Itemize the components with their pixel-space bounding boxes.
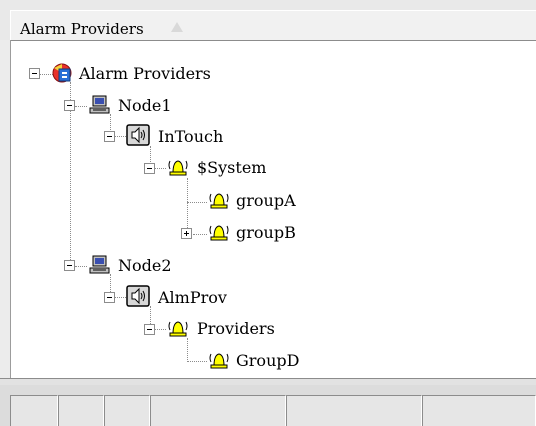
frame-left-edge [0,40,11,426]
tree-connector [187,338,188,362]
tree-item-label: Alarm Providers [79,64,211,83]
expander-collapse[interactable] [144,163,155,174]
expander-collapse[interactable] [144,324,155,335]
expander-expand[interactable] [181,228,192,239]
tree-connector [187,361,207,362]
alarm-tree-panel: Alarm Providers Alarm Providers Node1 In… [0,0,536,426]
sort-ascending-icon [171,22,183,32]
status-bar [0,385,536,426]
expander-collapse[interactable] [104,131,115,142]
tree-item-label: $System [197,158,267,177]
status-pane [58,395,104,426]
tree-connector [75,106,87,107]
tree-connector [75,266,87,267]
alarm-bell-icon [209,353,229,369]
alarm-bell-icon [168,160,188,176]
status-pane [10,395,58,426]
tree-item-label: AlmProv [158,288,227,307]
tree-item-label: groupA [236,191,296,210]
tree-connector [193,234,207,235]
tree-item-label: Node2 [118,256,172,275]
tree-item-label: groupB [236,223,296,242]
status-pane [422,395,536,426]
tree-item-label: GroupD [236,351,300,370]
speaker-icon [126,285,150,307]
expander-collapse[interactable] [104,292,115,303]
speaker-icon [126,124,150,146]
tree-item-label: Node1 [118,96,172,115]
alarm-providers-icon [52,63,72,83]
expander-collapse[interactable] [64,100,75,111]
tree-connector [154,329,166,330]
tree-connector [154,168,166,169]
status-pane [150,395,286,426]
tree-connector [187,202,207,203]
expander-collapse[interactable] [64,260,75,271]
tree-connector [187,178,188,234]
tree-item-label: Providers [197,319,275,338]
tree-connector [114,136,126,137]
alarm-bell-icon [209,193,229,209]
column-header-title: Alarm Providers [20,20,144,38]
alarm-bell-icon [209,225,229,241]
alarm-bell-icon [168,321,188,337]
expander-collapse[interactable] [29,68,40,79]
tree-connector [114,297,126,298]
computer-icon [89,255,110,274]
status-pane [104,395,150,426]
tree-item-label: InTouch [158,127,224,146]
computer-icon [89,95,110,114]
status-pane [286,395,422,426]
